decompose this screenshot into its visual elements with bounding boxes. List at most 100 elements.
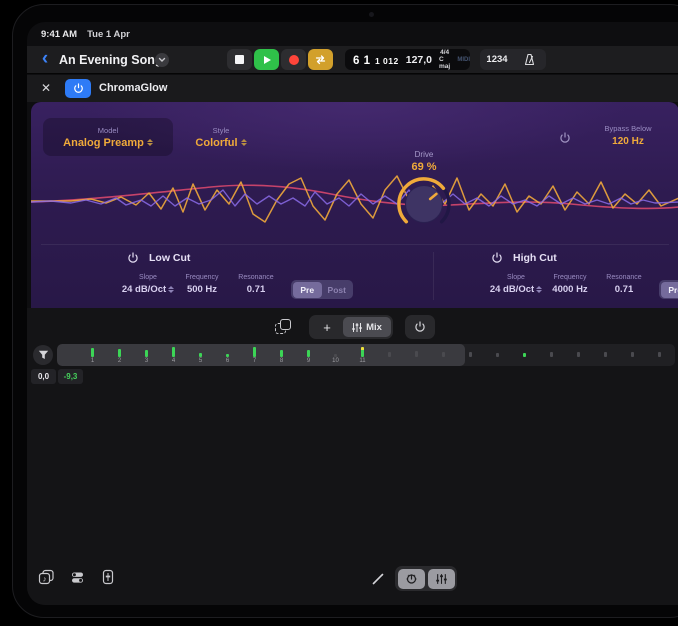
overview-meter (592, 344, 619, 366)
overview-meter: 7 (241, 344, 268, 366)
status-bar: 9:41 AM Tue 1 Apr (41, 29, 130, 40)
stop-button[interactable] (227, 49, 252, 70)
power-icon (559, 132, 571, 144)
count-in-button[interactable]: 1234 (480, 54, 514, 65)
volume-value[interactable]: -9,3 (58, 369, 83, 384)
overview-meter: 9 (295, 344, 322, 366)
loop-browser-icon: ♪ (38, 569, 55, 585)
mixer-overview-scrollbar[interactable]: 1234567891011 (57, 344, 675, 366)
overview-meter (403, 344, 430, 366)
stop-icon (235, 55, 244, 64)
low-cut-post-button[interactable]: Post (322, 282, 352, 298)
stepper-icon (147, 139, 153, 146)
song-menu-button[interactable] (155, 53, 169, 67)
bypass-below-control[interactable]: Bypass Below 120 Hz (589, 124, 667, 147)
level-control[interactable]: Level 0.0 (667, 124, 678, 147)
play-button[interactable] (254, 49, 279, 70)
close-plugin-button[interactable]: ✕ (39, 81, 53, 95)
song-title[interactable]: An Evening Song (59, 53, 162, 67)
overview-meter: 10 (322, 344, 349, 366)
overview-meter: 4 (160, 344, 187, 366)
stepper-icon (168, 286, 174, 293)
low-cut-frequency[interactable]: Frequency 500 Hz (175, 274, 229, 295)
overview-meter (538, 344, 565, 366)
channel-value-cell: 0,0-9,3 (30, 369, 84, 384)
loop-browser-button[interactable]: ♪ (37, 568, 55, 586)
lcd-position: 6 1 1 012 (353, 51, 399, 69)
status-date: Tue 1 Apr (87, 29, 130, 40)
stepper-icon (241, 139, 247, 146)
overview-meter: 2 (106, 344, 133, 366)
fader-view-button[interactable] (428, 569, 455, 589)
high-cut-slope[interactable]: Slope 24 dB/Oct (489, 274, 543, 295)
divider (41, 244, 669, 245)
high-cut-frequency[interactable]: Frequency 4000 Hz (543, 274, 597, 295)
overview-track-number: 10 (332, 357, 339, 365)
lcd-display[interactable]: 6 1 1 012 127,0 4/4 C maj MIDI (345, 49, 470, 70)
filter-icon (38, 350, 49, 360)
bypass-power-button[interactable] (559, 132, 571, 144)
add-track-button[interactable]: + (311, 317, 343, 337)
overview-meter: 8 (268, 344, 295, 366)
high-cut-title: High Cut (513, 252, 557, 264)
mix-tab[interactable]: Mix (343, 317, 391, 337)
mixer-panel: + Mix (27, 308, 678, 605)
high-cut-prepost: Pre Post (659, 280, 678, 299)
high-cut-power-button[interactable] (491, 252, 503, 264)
drive-knob[interactable] (396, 176, 452, 232)
front-camera (369, 12, 374, 17)
overview-meter (457, 344, 484, 366)
ipad-screen: 9:41 AM Tue 1 Apr ‹ An Evening Song (27, 22, 678, 605)
chevron-down-icon (158, 57, 166, 63)
main-toolbar: ‹ An Evening Song (27, 46, 678, 74)
lcd-midi-indicator: MIDI (457, 57, 470, 63)
plugin-power-toggle[interactable] (65, 79, 91, 98)
overview-meter: 11 (349, 344, 376, 366)
channel-strip-button[interactable] (99, 568, 117, 586)
status-time: 9:41 AM (41, 29, 77, 40)
plugin-name: ChromaGlow (99, 82, 167, 94)
bottom-toolbar: ♪ (27, 560, 678, 605)
low-cut-slope[interactable]: Slope 24 dB/Oct (121, 274, 175, 295)
overview-track-number: 4 (172, 357, 175, 365)
channel-values-row: 0,0-9,3 (30, 369, 84, 384)
low-cut-title: Low Cut (149, 252, 190, 264)
knob-icon (405, 572, 418, 585)
high-cut-header: High Cut (491, 252, 557, 264)
power-icon (414, 321, 426, 333)
mixer-overview-row: 1234567891011 (27, 344, 678, 366)
back-button[interactable]: ‹ (37, 49, 53, 71)
strip-mode-switch (395, 566, 457, 591)
overview-meter: 6 (214, 344, 241, 366)
pan-value[interactable]: 0,0 (31, 369, 56, 384)
bottom-center-buttons (371, 566, 457, 591)
overview-meter: 5 (187, 344, 214, 366)
style-selector[interactable]: Style Colorful (173, 118, 269, 156)
overview-track-number: 6 (226, 357, 229, 365)
low-cut-power-button[interactable] (127, 252, 139, 264)
duplicate-button[interactable] (271, 316, 297, 338)
pencil-tool-button[interactable] (371, 572, 385, 586)
filter-button[interactable] (33, 345, 53, 365)
high-cut-resonance[interactable]: Resonance 0.71 (597, 274, 651, 295)
plugins-button[interactable] (68, 568, 86, 586)
drive-readout: Drive 69 % (389, 150, 459, 173)
overview-meter (376, 344, 403, 366)
low-cut-pre-button[interactable]: Pre (293, 282, 323, 298)
cycle-button[interactable] (308, 49, 333, 70)
bypass-value: 120 Hz (612, 136, 644, 147)
mixer-power-button[interactable] (405, 315, 435, 339)
model-selector[interactable]: Model Analog Preamp (43, 118, 173, 156)
low-cut-resonance[interactable]: Resonance 0.71 (229, 274, 283, 295)
low-cut-header: Low Cut (127, 252, 190, 264)
high-cut-params: Slope 24 dB/Oct Frequency 4000 Hz Resona… (489, 274, 678, 299)
ipad-device-frame: 9:41 AM Tue 1 Apr ‹ An Evening Song (12, 4, 678, 618)
overview-track-number: 3 (145, 357, 148, 365)
overview-track-number: 11 (359, 357, 365, 365)
record-button[interactable] (281, 49, 306, 70)
low-cut-params: Slope 24 dB/Oct Frequency 500 Hz Resonan… (121, 274, 353, 299)
waveform-display (31, 160, 678, 240)
metronome-button[interactable] (514, 53, 544, 66)
high-cut-pre-button[interactable]: Pre (661, 282, 678, 298)
knob-view-button[interactable] (398, 569, 425, 589)
